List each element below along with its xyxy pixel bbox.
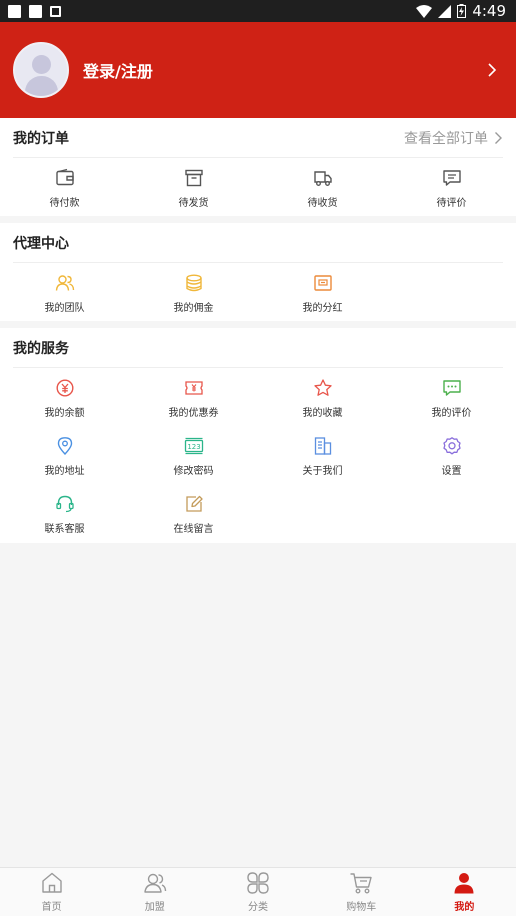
- wallet-icon: [55, 168, 74, 185]
- app-notification-icon: [50, 5, 61, 17]
- tab-label: 购物车: [346, 902, 377, 913]
- star-icon: [313, 378, 332, 396]
- cell-label: 待发货: [178, 197, 209, 209]
- order-pending-shipment[interactable]: 待发货: [129, 158, 258, 216]
- services-grid-row-3: 联系客服 在线留言: [0, 484, 516, 542]
- service-address[interactable]: 我的地址: [0, 426, 129, 484]
- tab-cart[interactable]: 购物车: [310, 868, 413, 916]
- headset-icon: [55, 495, 74, 512]
- login-register-link[interactable]: 登录/注册: [83, 58, 153, 82]
- category-icon: [247, 872, 269, 894]
- gear-icon: [442, 436, 461, 454]
- orders-header: 我的订单 查看全部订单: [13, 118, 503, 158]
- orders-grid: 待付款 待发货 待收货 待评价: [0, 158, 516, 216]
- coupon-icon: [184, 380, 203, 395]
- agent-grid: 我的团队 我的佣金 我的分红: [0, 263, 516, 321]
- agent-commission[interactable]: 我的佣金: [129, 263, 258, 321]
- home-icon: [41, 872, 62, 893]
- service-about[interactable]: 关于我们: [258, 426, 387, 484]
- cell-label: 待付款: [49, 197, 80, 209]
- battery-icon: [457, 4, 467, 18]
- tab-label: 加盟: [144, 902, 165, 913]
- password-icon: 123: [184, 437, 203, 454]
- cart-icon: [350, 873, 372, 894]
- bottom-tab-bar: 首页 加盟 分类 购物车 我的: [0, 867, 516, 916]
- about-icon: [314, 436, 331, 455]
- cell-label: 我的评价: [431, 407, 472, 419]
- chevron-right-icon: [495, 131, 502, 144]
- review-icon: [442, 379, 461, 396]
- dividend-icon: [313, 274, 332, 291]
- cell-label: 设置: [441, 465, 462, 477]
- service-favorites[interactable]: 我的收藏: [258, 368, 387, 426]
- cell-label: 我的优惠券: [168, 407, 219, 419]
- cell-label: 联系客服: [44, 523, 85, 535]
- order-pending-review[interactable]: 待评价: [387, 158, 516, 216]
- balance-icon: [55, 378, 74, 397]
- agent-header: 代理中心: [13, 223, 503, 263]
- signal-icon: [438, 4, 452, 18]
- section-title: 代理中心: [13, 235, 69, 252]
- tab-label: 分类: [248, 902, 268, 913]
- services-section: 我的服务 我的余额 我的优惠券 我的收藏 我的评价 我的地址 123 修改密码: [0, 328, 516, 543]
- view-all-orders-link[interactable]: 查看全部订单: [404, 128, 503, 148]
- comment-icon: [442, 169, 461, 186]
- notification-icons: [8, 4, 61, 18]
- cell-label: 我的团队: [44, 302, 85, 314]
- tab-category[interactable]: 分类: [206, 868, 309, 916]
- coins-icon: [185, 274, 202, 291]
- tab-join[interactable]: 加盟: [103, 868, 206, 916]
- service-balance[interactable]: 我的余额: [0, 368, 129, 426]
- tab-label: 首页: [41, 902, 62, 913]
- team-icon: [55, 274, 74, 291]
- service-online-message[interactable]: 在线留言: [129, 484, 258, 542]
- order-pending-receipt[interactable]: 待收货: [258, 158, 387, 216]
- cell-label: 在线留言: [173, 523, 214, 535]
- cell-label: 修改密码: [173, 465, 214, 477]
- wifi-icon: [416, 4, 433, 18]
- cell-label: 我的佣金: [173, 302, 214, 314]
- profile-header[interactable]: 登录/注册: [0, 22, 516, 118]
- notification-icon: [8, 4, 21, 18]
- status-bar: 4:49: [0, 0, 516, 22]
- section-title: 我的服务: [13, 340, 69, 357]
- service-coupon[interactable]: 我的优惠券: [129, 368, 258, 426]
- tab-label: 我的: [454, 902, 475, 913]
- service-customer-support[interactable]: 联系客服: [0, 484, 129, 542]
- cell-label: 我的分红: [302, 302, 343, 314]
- chevron-right-icon[interactable]: [482, 60, 502, 80]
- orders-section: 我的订单 查看全部订单 待付款 待发货 待收货 待评价: [0, 118, 516, 216]
- agent-section: 代理中心 我的团队 我的佣金 我的分红: [0, 223, 516, 321]
- cell-label: 待收货: [307, 197, 338, 209]
- service-reviews[interactable]: 我的评价: [387, 368, 516, 426]
- service-settings[interactable]: 设置: [387, 426, 516, 484]
- package-icon: [184, 169, 203, 186]
- order-pending-payment[interactable]: 待付款: [0, 158, 129, 216]
- tab-home[interactable]: 首页: [0, 868, 103, 916]
- cell-label: 我的地址: [44, 465, 85, 477]
- user-icon: [454, 873, 474, 894]
- agent-team[interactable]: 我的团队: [0, 263, 129, 321]
- join-icon: [144, 873, 166, 893]
- services-header: 我的服务: [13, 328, 503, 368]
- location-icon: [57, 436, 72, 455]
- svg-text:123: 123: [187, 442, 200, 450]
- services-grid-row-1: 我的余额 我的优惠券 我的收藏 我的评价: [0, 368, 516, 426]
- section-title: 我的订单: [13, 130, 69, 147]
- service-change-password[interactable]: 123 修改密码: [129, 426, 258, 484]
- cell-label: 待评价: [436, 197, 467, 209]
- truck-icon: [313, 170, 332, 186]
- agent-dividend[interactable]: 我的分红: [258, 263, 387, 321]
- cell-label: 我的余额: [44, 407, 85, 419]
- edit-icon: [185, 495, 203, 512]
- notification-icon: [29, 4, 42, 18]
- services-grid-row-2: 我的地址 123 修改密码 关于我们 设置: [0, 426, 516, 484]
- cell-label: 我的收藏: [302, 407, 343, 419]
- clock-time: 4:49: [472, 2, 506, 20]
- cell-label: 关于我们: [302, 465, 343, 477]
- tab-mine[interactable]: 我的: [413, 868, 516, 916]
- system-icons: 4:49: [416, 2, 506, 20]
- avatar[interactable]: [13, 42, 69, 98]
